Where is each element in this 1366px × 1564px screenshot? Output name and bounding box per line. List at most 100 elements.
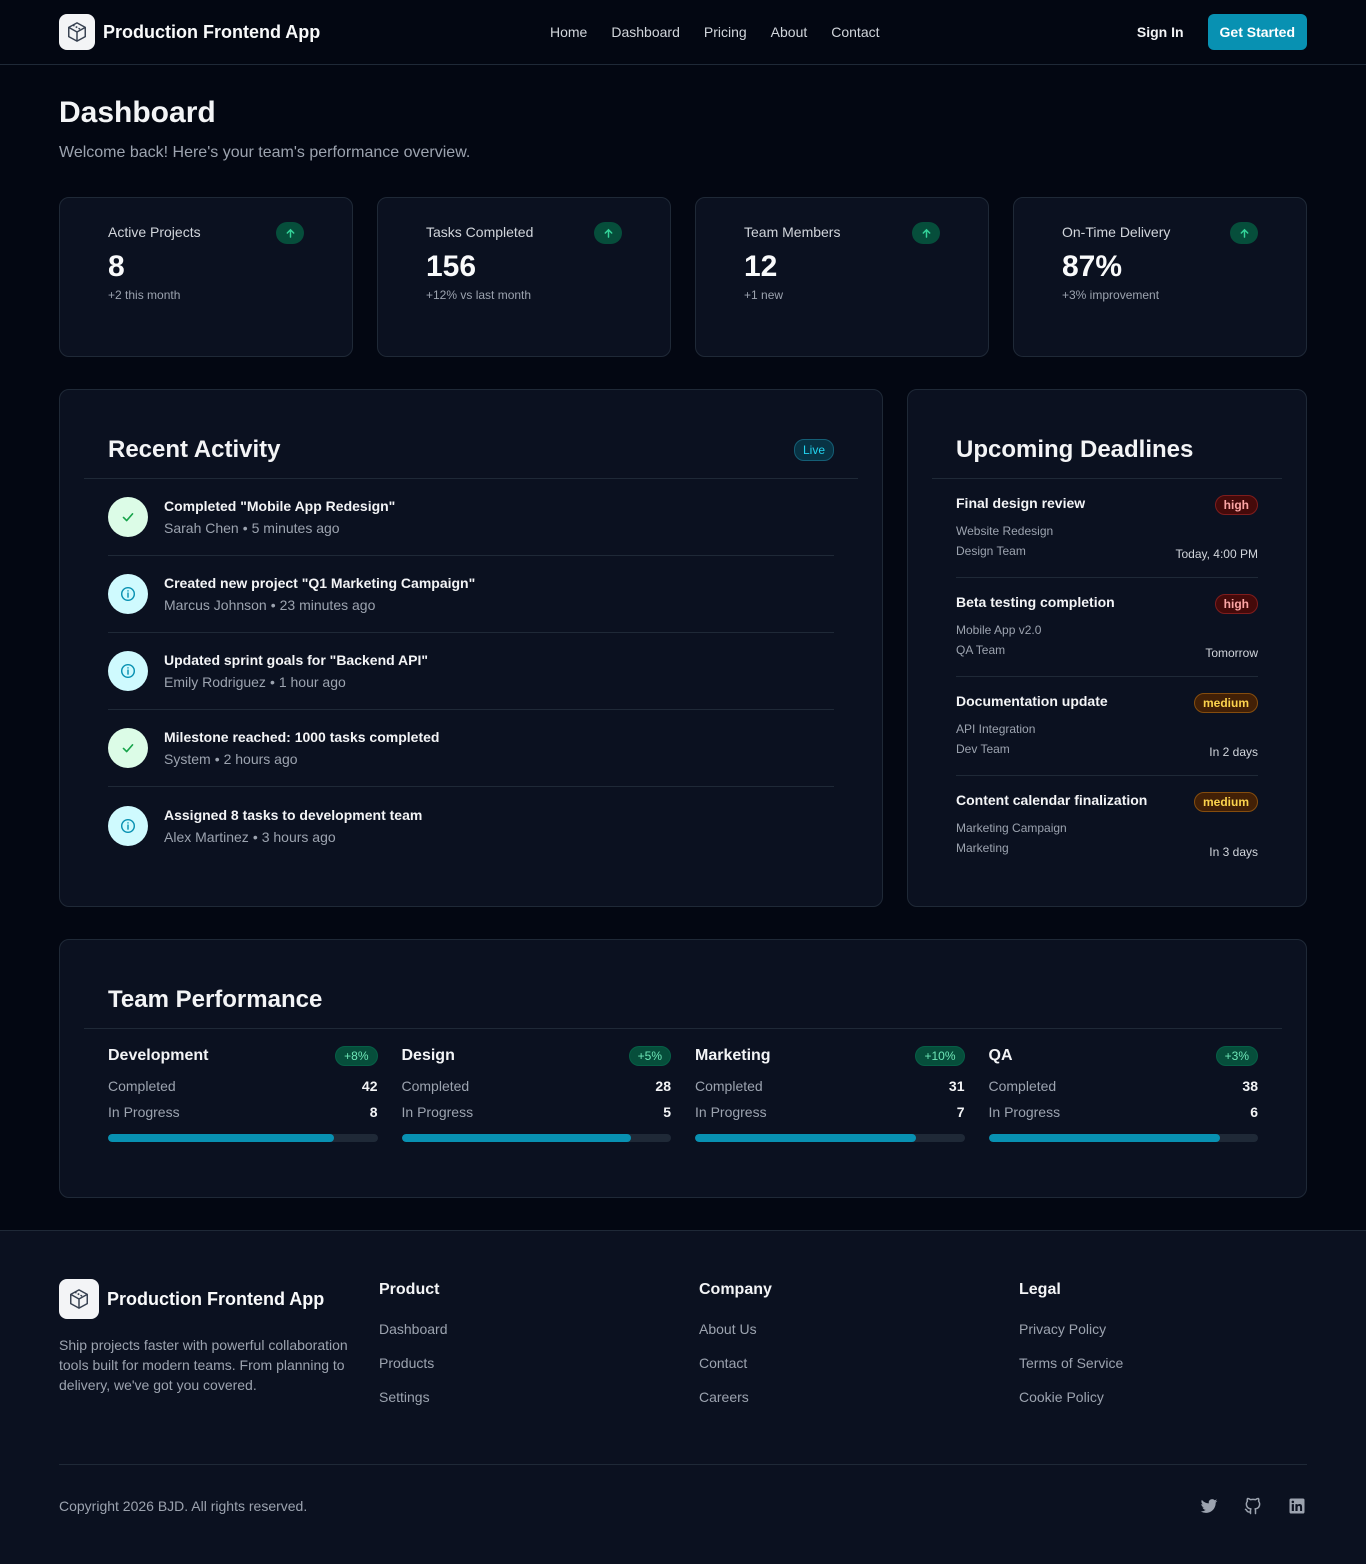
brand-logo[interactable]: Production Frontend App — [59, 14, 320, 50]
in-progress-count: 7 — [956, 1104, 965, 1120]
deadline-project: Website Redesign — [956, 524, 1054, 538]
deadline-project: Marketing Campaign — [956, 821, 1067, 835]
linkedin-icon[interactable] — [1287, 1496, 1307, 1516]
deadline-item[interactable]: Content calendar finalization medium Mar… — [956, 776, 1258, 875]
team-name: Marketing — [695, 1047, 771, 1064]
completed-label: Completed — [695, 1078, 763, 1094]
activity-item[interactable]: Created new project "Q1 Marketing Campai… — [108, 556, 834, 633]
divider — [84, 1028, 1282, 1029]
priority-badge: high — [1214, 495, 1258, 515]
arrow-up-icon — [594, 222, 622, 244]
deadline-item[interactable]: Beta testing completion high Mobile App … — [956, 578, 1258, 677]
activity-time: 1 hour ago — [278, 674, 346, 690]
arrow-up-icon — [1230, 222, 1258, 244]
change-badge: +10% — [915, 1046, 965, 1066]
check-icon — [108, 497, 148, 537]
priority-badge: high — [1214, 594, 1258, 614]
panel-title: Recent Activity — [108, 436, 281, 463]
activity-list: Completed "Mobile App Redesign" Sarah Ch… — [108, 479, 834, 864]
arrow-up-icon — [912, 222, 940, 244]
stat-label: Tasks Completed — [426, 224, 534, 240]
progress-fill — [108, 1134, 335, 1142]
stat-value: 8 — [108, 250, 125, 283]
progress-fill — [401, 1134, 631, 1142]
site-header: Production Frontend App Home Dashboard P… — [0, 0, 1366, 65]
stat-delta: +2 this month — [108, 288, 181, 302]
nav-dashboard[interactable]: Dashboard — [611, 24, 680, 40]
header-actions: Sign In Get Started — [1137, 14, 1307, 50]
activity-title: Completed "Mobile App Redesign" — [164, 498, 396, 514]
footer-link-privacy-policy[interactable]: Privacy Policy — [1019, 1321, 1123, 1337]
deadline-due: Tomorrow — [1205, 646, 1258, 660]
completed-count: 38 — [1242, 1078, 1258, 1094]
footer-description: Ship projects faster with powerful colla… — [59, 1337, 348, 1393]
deadline-title: Final design review — [956, 495, 1086, 511]
team-card-development: Development +8% Completed 42 In Progress 8 — [108, 1046, 378, 1142]
sign-in-button[interactable]: Sign In — [1137, 24, 1184, 40]
deadline-due: Today, 4:00 PM — [1175, 547, 1259, 561]
in-progress-label: In Progress — [695, 1104, 767, 1120]
panel-title: Upcoming Deadlines — [956, 436, 1194, 463]
github-icon[interactable] — [1243, 1496, 1263, 1516]
footer-link-cookie-policy[interactable]: Cookie Policy — [1019, 1389, 1123, 1405]
team-card-marketing: Marketing +10% Completed 31 In Progress 7 — [695, 1046, 965, 1142]
priority-badge: medium — [1193, 693, 1258, 713]
stat-delta: +12% vs last month — [426, 288, 532, 302]
footer-link-terms-of-service[interactable]: Terms of Service — [1019, 1355, 1123, 1371]
footer-link-settings[interactable]: Settings — [379, 1389, 448, 1405]
activity-item[interactable]: Updated sprint goals for "Backend API" E… — [108, 633, 834, 710]
stat-card-on-time-delivery: On-Time Delivery 87% +3% improvement — [1013, 197, 1307, 357]
nav-home[interactable]: Home — [550, 24, 587, 40]
stat-value: 12 — [744, 250, 778, 283]
completed-label: Completed — [108, 1078, 176, 1094]
in-progress-label: In Progress — [108, 1104, 180, 1120]
completed-count: 31 — [948, 1078, 965, 1094]
footer-link-dashboard[interactable]: Dashboard — [379, 1321, 448, 1337]
footer-column-title: Legal — [1019, 1281, 1061, 1298]
activity-item[interactable]: Milestone reached: 1000 tasks completed … — [108, 710, 834, 787]
get-started-button[interactable]: Get Started — [1207, 14, 1307, 50]
footer-link-products[interactable]: Products — [379, 1355, 448, 1371]
footer-link-contact[interactable]: Contact — [699, 1355, 772, 1371]
activity-meta: Emily Rodriguez • 1 hour ago — [164, 674, 346, 690]
team-performance-panel: Team Performance Development +8% Complete… — [59, 939, 1307, 1198]
cube-logo-icon — [59, 1279, 99, 1319]
activity-title: Assigned 8 tasks to development team — [164, 806, 423, 823]
team-name: Design — [401, 1047, 455, 1064]
activity-item[interactable]: Completed "Mobile App Redesign" Sarah Ch… — [108, 479, 834, 556]
team-card-qa: QA +3% Completed 38 In Progress 6 — [988, 1046, 1258, 1142]
twitter-icon[interactable] — [1199, 1496, 1219, 1516]
progress-bar — [695, 1134, 965, 1142]
progress-bar — [108, 1134, 378, 1142]
deadline-list: Final design review high Website Redesig… — [956, 479, 1258, 875]
page-title: Dashboard — [59, 96, 216, 129]
nav-contact[interactable]: Contact — [831, 24, 879, 40]
in-progress-count: 6 — [1250, 1104, 1258, 1120]
footer-brand[interactable]: Production Frontend App — [59, 1279, 324, 1319]
cube-logo-icon — [59, 14, 95, 50]
main-nav: Home Dashboard Pricing About Contact — [550, 0, 880, 64]
footer-link-about-us[interactable]: About Us — [699, 1321, 772, 1337]
deadline-item[interactable]: Documentation update medium API Integrat… — [956, 677, 1258, 776]
recent-activity-panel: Recent Activity Live Completed "Mobile A… — [59, 389, 883, 907]
stat-label: Active Projects — [108, 224, 201, 240]
footer-link-careers[interactable]: Careers — [699, 1389, 772, 1405]
page-subtitle: Welcome back! Here's your team's perform… — [59, 144, 471, 161]
deadline-project: API Integration — [956, 722, 1036, 736]
footer-brand-name: Production Frontend App — [107, 1288, 325, 1309]
activity-meta: System • 2 hours ago — [164, 751, 298, 767]
panel-title: Team Performance — [108, 986, 323, 1013]
deadline-item[interactable]: Final design review high Website Redesig… — [956, 479, 1258, 578]
completed-label: Completed — [401, 1078, 470, 1094]
stat-card-tasks-completed: Tasks Completed 156 +12% vs last month — [377, 197, 671, 357]
completed-count: 42 — [361, 1078, 378, 1094]
activity-item[interactable]: Assigned 8 tasks to development team Ale… — [108, 787, 834, 864]
stat-card-team-members: Team Members 12 +1 new — [695, 197, 989, 357]
completed-count: 28 — [655, 1078, 671, 1094]
nav-pricing[interactable]: Pricing — [704, 24, 747, 40]
arrow-up-icon — [276, 222, 304, 244]
nav-about[interactable]: About — [771, 24, 808, 40]
stat-value: 87% — [1062, 250, 1123, 283]
stat-value: 156 — [426, 250, 477, 283]
change-badge: +3% — [1215, 1046, 1258, 1066]
